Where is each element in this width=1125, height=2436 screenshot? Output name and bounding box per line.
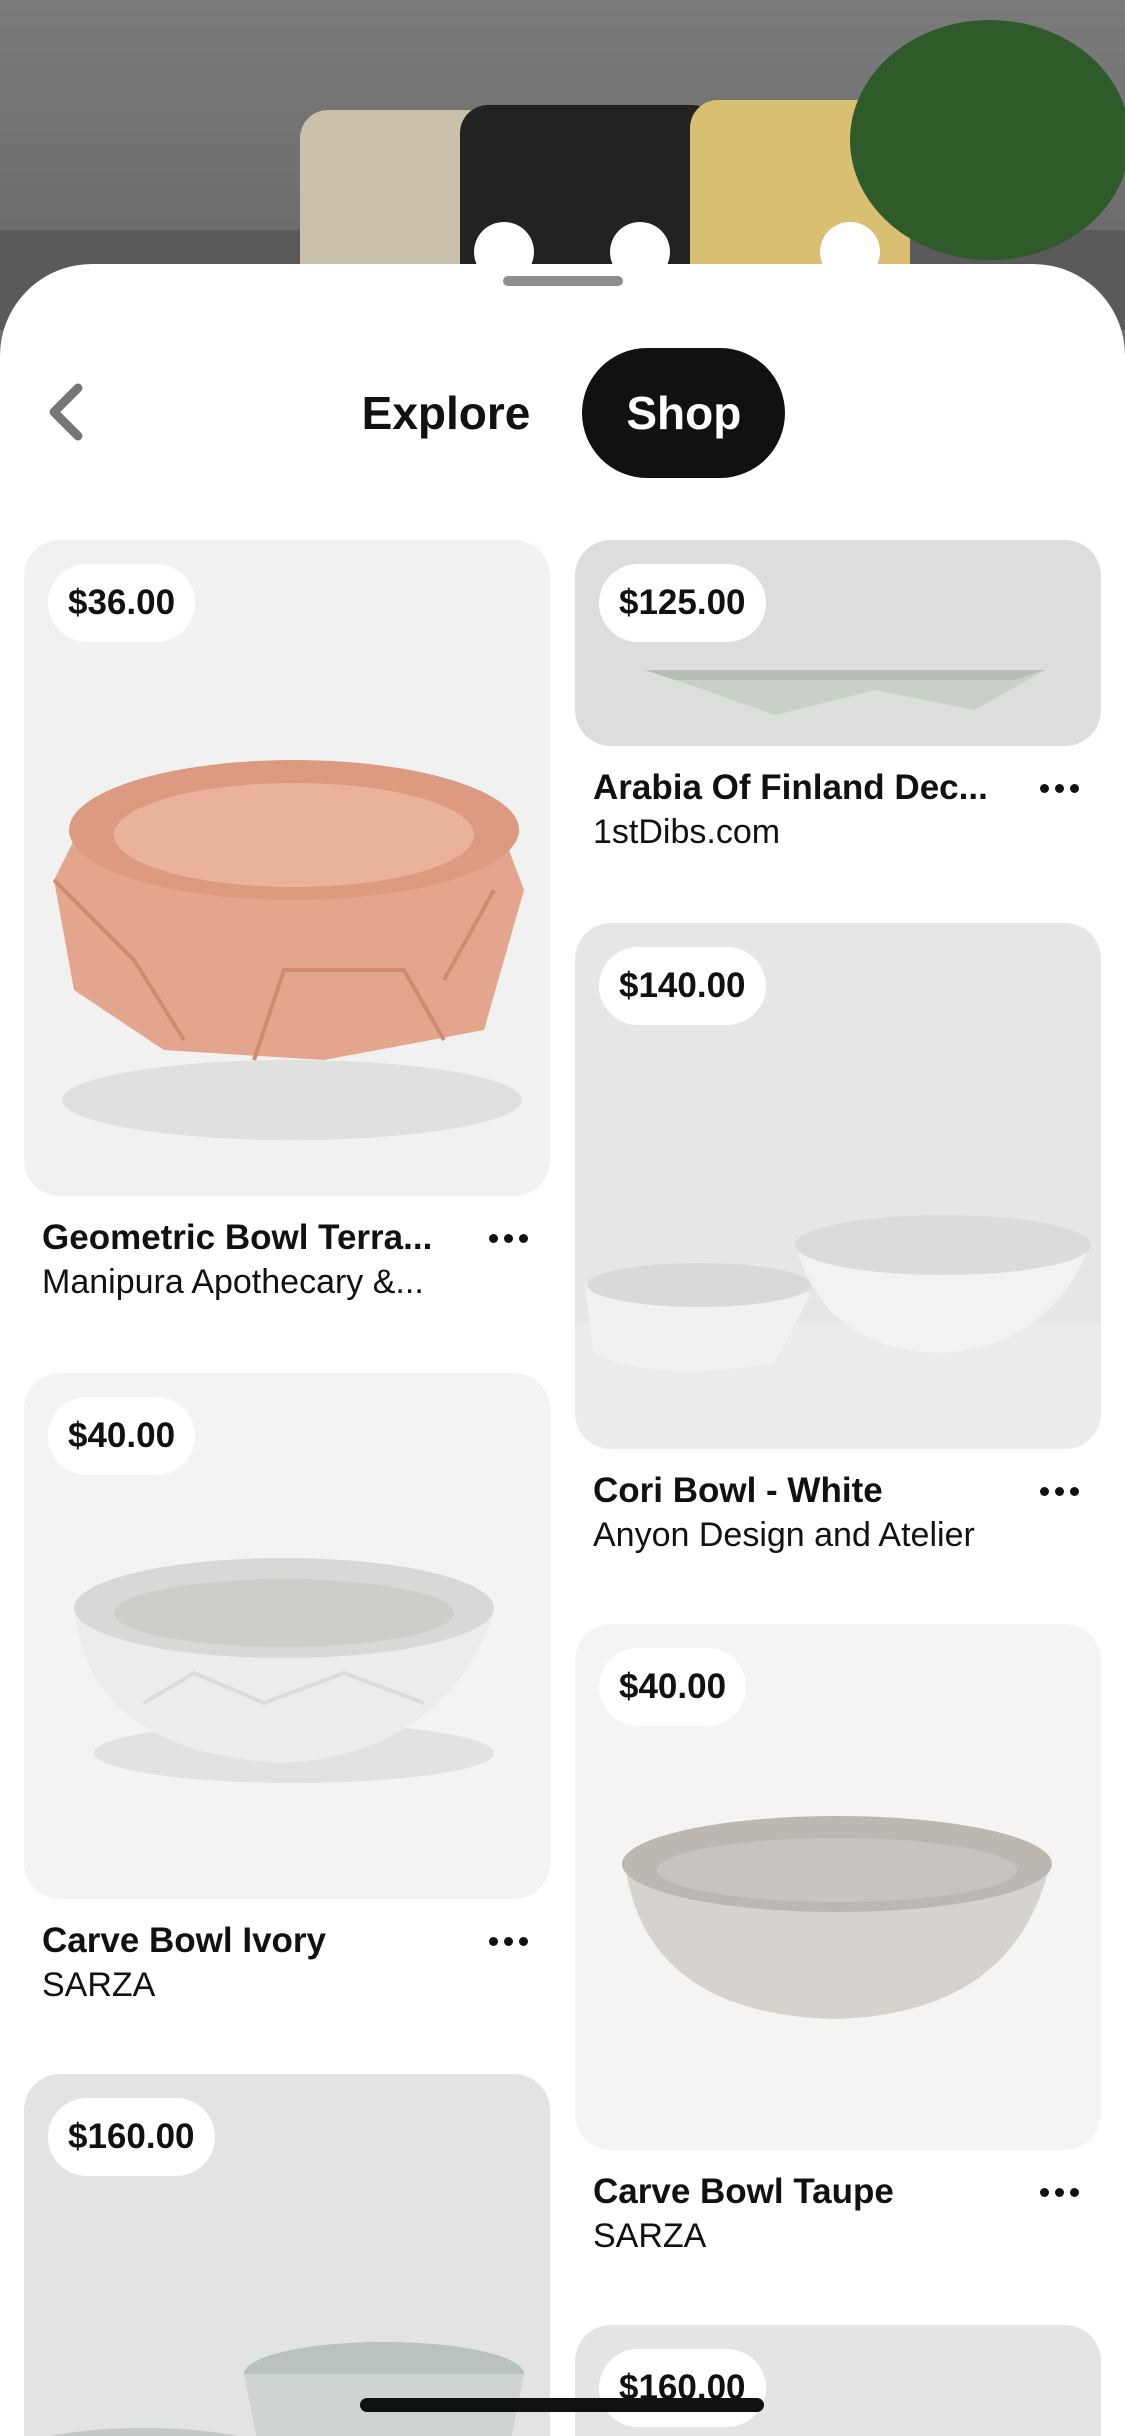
product-image[interactable]: $40.00 [24, 1373, 550, 1899]
tab-shop[interactable]: Shop [582, 348, 786, 478]
product-seller: 1stDibs.com [593, 813, 781, 851]
price-badge: $125.00 [599, 564, 766, 642]
product-image[interactable]: $160.00 [24, 2074, 550, 2436]
product-info: Arabia Of Finland Dec... 1stDibs.com [575, 746, 1101, 854]
price-badge: $140.00 [599, 947, 766, 1025]
product-seller: SARZA [593, 2217, 707, 2255]
price-badge: $36.00 [48, 564, 196, 642]
product-image[interactable]: $40.00 [575, 1624, 1101, 2150]
product-info: Cori Bowl - White Anyon Design and Ateli… [575, 1449, 1101, 1557]
product-title[interactable]: Cori Bowl - White [593, 1469, 1033, 1513]
product-info: Carve Bowl Taupe SARZA [575, 2150, 1101, 2258]
product-title[interactable]: Carve Bowl Ivory [42, 1919, 482, 1963]
product-image[interactable]: $125.00 [575, 540, 1101, 746]
price-badge: $160.00 [48, 2098, 215, 2176]
product-title[interactable]: Geometric Bowl Terra... [42, 1216, 482, 1260]
product-info: Carve Bowl Ivory SARZA [24, 1899, 550, 2007]
product-seller: SARZA [42, 1966, 156, 2004]
product-card[interactable]: $160.00 [575, 2325, 1101, 2436]
plant-leaves [850, 20, 1125, 260]
product-info: Geometric Bowl Terra... Manipura Apothec… [24, 1196, 550, 1304]
shop-sheet: Explore Shop $36.00 Geometric Bowl Terra… [0, 264, 1125, 2436]
product-card[interactable]: $36.00 Geometric Bowl Terra... Manipura … [24, 540, 550, 1304]
product-seller: Manipura Apothecary &... [42, 1263, 424, 1301]
more-options-icon[interactable] [478, 1919, 538, 1963]
product-title[interactable]: Carve Bowl Taupe [593, 2170, 1033, 2214]
more-options-icon[interactable] [478, 1216, 538, 1260]
product-title[interactable]: Arabia Of Finland Dec... [593, 766, 1033, 810]
product-seller: Anyon Design and Atelier [593, 1516, 975, 1554]
more-options-icon[interactable] [1029, 766, 1089, 810]
product-card[interactable]: $40.00 Carve Bowl Taupe SARZA [575, 1624, 1101, 2258]
product-image[interactable]: $140.00 [575, 923, 1101, 1449]
home-indicator[interactable] [360, 2398, 764, 2412]
more-options-icon[interactable] [1029, 2170, 1089, 2214]
price-badge: $40.00 [599, 1648, 747, 1726]
product-card[interactable]: $40.00 Carve Bowl Ivory SARZA [24, 1373, 550, 2007]
product-card[interactable]: $140.00 Cori Bowl - White Anyon Design a… [575, 923, 1101, 1557]
product-card[interactable]: $160.00 [24, 2074, 550, 2436]
tab-explore[interactable]: Explore [340, 348, 553, 478]
more-options-icon[interactable] [1029, 1469, 1089, 1513]
product-card[interactable]: $125.00 Arabia Of Finland Dec... 1stDibs… [575, 540, 1101, 854]
product-image[interactable]: $160.00 [575, 2325, 1101, 2436]
price-badge: $160.00 [599, 2349, 766, 2427]
price-badge: $40.00 [48, 1397, 196, 1475]
tab-bar: Explore Shop [0, 348, 1125, 478]
product-image[interactable]: $36.00 [24, 540, 550, 1196]
sheet-grabber[interactable] [503, 276, 623, 286]
